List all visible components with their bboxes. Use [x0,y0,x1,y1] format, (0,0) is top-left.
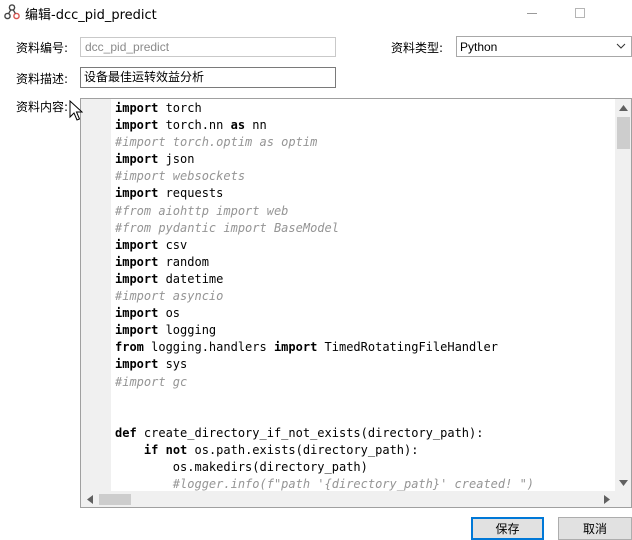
code-line: import os [115,305,534,322]
code-token: import [115,254,159,269]
cancel-button[interactable]: 取消 [558,517,632,540]
code-token: logging.handlers [143,340,274,355]
code-text[interactable]: import torch import torch.nn as nn #import… [115,100,534,493]
code-line: import torch [115,100,534,117]
mouse-pointer-icon [69,100,83,121]
scroll-left-button[interactable] [81,491,98,507]
code-token: import [115,152,159,167]
code-token: json [158,152,195,167]
code-token: requests [158,186,224,201]
code-line: os.makedirs(directory_path) [115,459,534,476]
code-token: not [165,442,188,457]
workflow-nodes-icon [4,4,20,20]
chevron-left-icon [86,495,93,504]
scroll-up-button[interactable] [615,99,631,116]
code-line: import datetime [115,271,534,288]
code-line: import random [115,254,534,271]
code-label: 资料编号: [16,41,69,55]
code-line: #from pydantic import BaseModel [115,220,534,237]
code-token: TimedRotatingFileHandler [317,340,498,355]
code-token: #import websockets [115,169,246,184]
code-token: import [273,340,318,355]
code-token: os [158,306,181,321]
code-token: torch.nn [158,118,231,133]
type-select[interactable]: Python [456,36,632,57]
code-token: #logger.info(f"path '{directory_path}' c… [115,477,535,492]
code-line: import logging [115,322,534,339]
code-token: import [115,306,159,321]
code-token: #from aiohttp import web [115,203,289,218]
code-token: #from pydantic import BaseModel [115,220,339,235]
code-token: from [115,340,144,355]
maximize-button[interactable] [560,0,600,26]
code-token: #import asyncio [115,289,224,304]
vertical-scroll-thumb[interactable] [617,117,630,149]
code-token: datetime [158,271,224,286]
title-bar: 编辑-dcc_pid_predict [0,0,632,26]
code-token: import [115,237,159,252]
code-line: import csv [115,237,534,254]
code-token: import [115,186,159,201]
code-line: #import asyncio [115,288,534,305]
desc-label: 资料描述: [16,72,69,86]
code-line: def create_directory_if_not_exists(direc… [115,425,534,442]
code-token: os.makedirs(directory_path) [115,459,368,474]
vertical-scrollbar[interactable] [615,99,631,491]
chevron-down-icon [619,479,628,486]
minimize-button[interactable] [512,0,552,26]
type-select-value: Python [460,40,498,54]
maximize-icon [575,8,585,18]
code-line: import sys [115,356,534,373]
code-token: if [143,442,159,457]
code-token: create_directory_if_not_exists(directory… [136,425,484,440]
code-token: as [230,118,246,133]
code-line: from logging.handlers import TimedRotati… [115,339,534,356]
code-line: #import websockets [115,168,534,185]
content-label: 资料内容: [16,100,69,114]
code-token: import [115,118,159,133]
code-token: import [115,101,159,115]
save-button[interactable]: 保存 [471,517,544,540]
editor-gutter [81,99,111,491]
code-line: import json [115,151,534,168]
content-editor[interactable]: import torch import torch.nn as nn #import… [80,98,632,508]
chevron-right-icon [603,495,610,504]
code-token: logging [158,323,217,338]
code-token: os.path.exists(directory_path): [187,442,419,457]
code-token: sys [158,357,188,372]
chevron-up-icon [619,104,628,111]
window-title: 编辑-dcc_pid_predict [25,8,157,23]
code-line: import torch.nn as nn [115,117,534,134]
code-token: #import torch.optim as optim [115,135,318,150]
code-token: torch [158,101,202,115]
desc-field[interactable]: 设备最佳运转效益分析 [80,67,336,88]
horizontal-scrollbar[interactable] [81,491,615,507]
code-token: csv [158,237,188,252]
code-line: #import torch.optim as optim [115,134,534,151]
code-token: #import gc [115,374,188,389]
minimize-icon [527,12,537,14]
code-token: import [115,323,159,338]
scroll-down-button[interactable] [615,474,631,491]
scrollbar-corner [615,491,631,507]
code-line: import requests [115,185,534,202]
type-label: 资料类型: [391,41,444,55]
code-token: import [115,271,159,286]
code-token: nn [245,118,267,133]
code-token: random [158,254,209,269]
code-token: def [115,425,137,440]
code-line: #import gc [115,374,534,391]
code-field[interactable]: dcc_pid_predict [80,37,336,57]
code-line: if not os.path.exists(directory_path): [115,442,534,459]
code-token: import [115,357,159,372]
scroll-right-button[interactable] [598,491,615,507]
horizontal-scroll-thumb[interactable] [99,494,131,505]
code-line: #from aiohttp import web [115,203,534,220]
chevron-down-icon [616,43,626,49]
